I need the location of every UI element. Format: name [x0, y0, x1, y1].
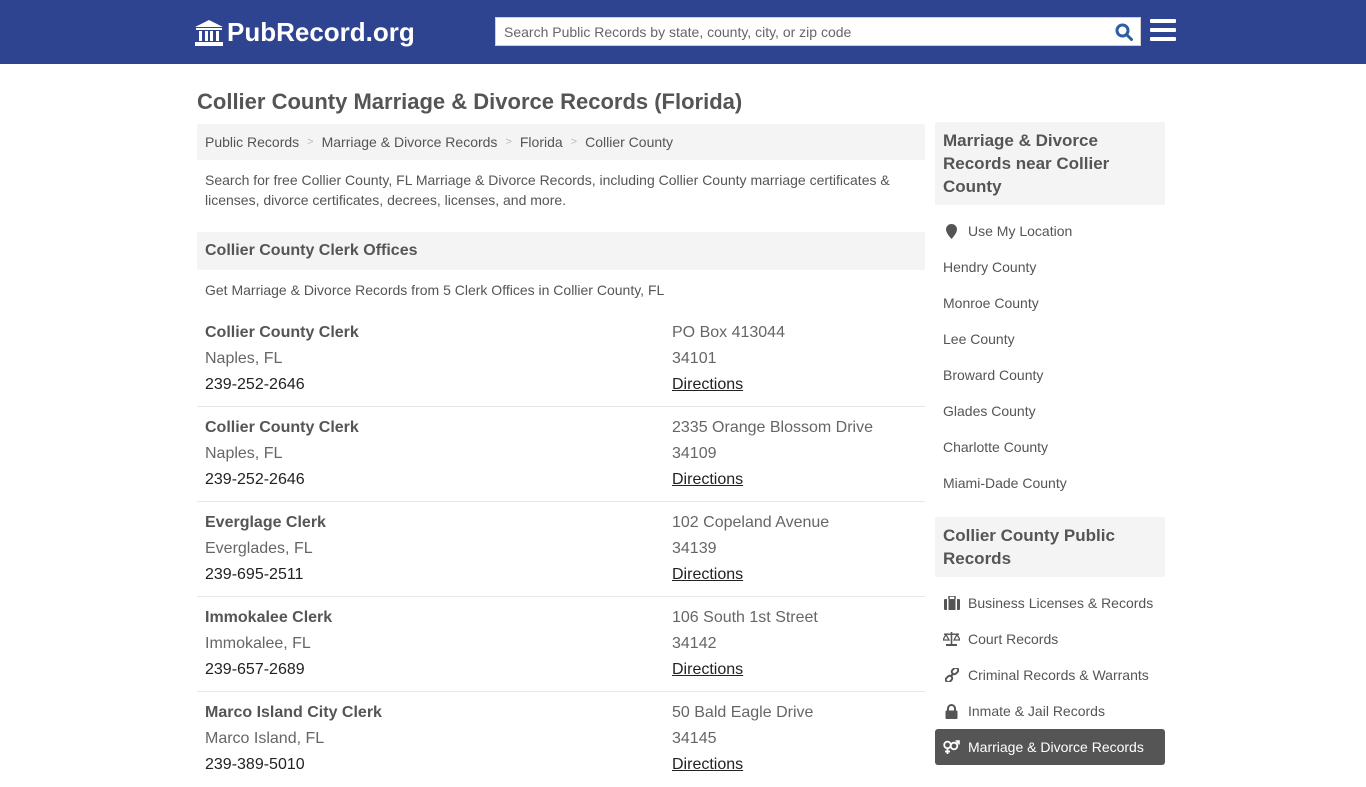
office-list: Collier County Clerk Naples, FL 239-252-26… [197, 312, 925, 787]
office-item: Immokalee Clerk Immokalee, FL 239-657-2689… [197, 597, 925, 692]
office-zip: 34109 [672, 445, 717, 462]
office-phone[interactable]: 239-657-2689 [205, 657, 672, 683]
nearby-county-link[interactable]: Hendry County [935, 249, 1165, 285]
search-button[interactable] [1108, 18, 1140, 45]
directions-link[interactable]: Directions [672, 756, 743, 773]
breadcrumb-florida[interactable]: Florida [520, 134, 563, 150]
breadcrumb-public-records[interactable]: Public Records [205, 134, 299, 150]
sidebar: Marriage & Divorce Records near Collier … [935, 122, 1165, 775]
nearby-list: Use My Location Hendry County Monroe Cou… [935, 205, 1165, 511]
breadcrumb-collier-county[interactable]: Collier County [585, 134, 673, 150]
office-zip: 34145 [672, 730, 717, 747]
directions-link[interactable]: Directions [672, 376, 743, 393]
logo-text: PubRecord.org [227, 17, 415, 47]
lock-icon [943, 703, 960, 719]
sidebar-item-label: Criminal Records & Warrants [968, 667, 1149, 683]
office-phone[interactable]: 239-695-2511 [205, 562, 672, 588]
office-phone[interactable]: 239-389-5010 [205, 752, 672, 778]
search-bar [495, 17, 1141, 46]
office-name: Collier County Clerk [205, 419, 359, 436]
office-address: 50 Bald Eagle Drive [672, 704, 814, 721]
map-marker-icon [943, 223, 960, 239]
office-name: Marco Island City Clerk [205, 704, 382, 721]
scales-icon [943, 632, 960, 646]
nearby-county-link[interactable]: Broward County [935, 357, 1165, 393]
main-content: Public Records > Marriage & Divorce Reco… [197, 124, 925, 787]
menu-bar [1150, 19, 1176, 23]
sidebar-item-label: Marriage & Divorce Records [968, 739, 1144, 755]
breadcrumb-separator: > [505, 136, 512, 148]
office-city: Immokalee, FL [205, 635, 311, 652]
sidebar-item-business[interactable]: Business Licenses & Records [935, 585, 1165, 621]
sidebar-item-marriage-divorce[interactable]: Marriage & Divorce Records [935, 729, 1165, 765]
intro-text: Search for free Collier County, FL Marri… [205, 172, 890, 208]
menu-button[interactable] [1150, 19, 1176, 43]
nearby-county-link[interactable]: Lee County [935, 321, 1165, 357]
office-city: Naples, FL [205, 350, 283, 367]
menu-bar [1150, 28, 1176, 32]
genders-icon [943, 739, 960, 755]
use-my-location-link[interactable]: Use My Location [935, 213, 1165, 249]
sidebar-item-criminal[interactable]: Criminal Records & Warrants [935, 657, 1165, 693]
public-records-title: Collier County Public Records [935, 517, 1165, 577]
office-zip: 34139 [672, 540, 717, 557]
breadcrumb-separator: > [307, 136, 314, 148]
office-city: Naples, FL [205, 445, 283, 462]
office-address: 102 Copeland Avenue [672, 514, 830, 531]
nearby-county-link[interactable]: Charlotte County [935, 429, 1165, 465]
directions-link[interactable]: Directions [672, 661, 743, 678]
breadcrumb-marriage-divorce[interactable]: Marriage & Divorce Records [322, 134, 498, 150]
sidebar-item-court[interactable]: Court Records [935, 621, 1165, 657]
search-input[interactable] [496, 18, 1108, 45]
clerk-section-subtitle: Get Marriage & Divorce Records from 5 Cl… [205, 282, 665, 298]
breadcrumb-separator: > [570, 136, 578, 148]
public-records-list: Business Licenses & Records Court Record… [935, 577, 1165, 775]
logo-link[interactable]: PubRecord.org [195, 17, 415, 48]
page-title: Collier County Marriage & Divorce Record… [197, 89, 743, 114]
breadcrumb: Public Records > Marriage & Divorce Reco… [197, 124, 925, 160]
briefcase-icon [943, 596, 960, 610]
directions-link[interactable]: Directions [672, 566, 743, 583]
office-item: Collier County Clerk Naples, FL 239-252-26… [197, 407, 925, 502]
office-item: Everglage Clerk Everglades, FL 239-695-251… [197, 502, 925, 597]
office-zip: 34101 [672, 350, 717, 367]
sidebar-item-label: Inmate & Jail Records [968, 703, 1105, 719]
office-address: 2335 Orange Blossom Drive [672, 419, 873, 436]
search-icon [1115, 23, 1133, 41]
nearby-title: Marriage & Divorce Records near Collier … [935, 122, 1165, 205]
office-name: Everglage Clerk [205, 514, 326, 531]
office-address: 106 South 1st Street [672, 609, 818, 626]
use-my-location-label: Use My Location [968, 223, 1073, 239]
office-item: Collier County Clerk Naples, FL 239-252-26… [197, 312, 925, 407]
nearby-county-link[interactable]: Miami-Dade County [935, 465, 1165, 501]
sidebar-item-label: Business Licenses & Records [968, 595, 1154, 611]
sidebar-item-label: Court Records [968, 631, 1059, 647]
office-phone[interactable]: 239-252-2646 [205, 467, 672, 493]
nearby-county-link[interactable]: Monroe County [935, 285, 1165, 321]
sidebar-item-inmate[interactable]: Inmate & Jail Records [935, 693, 1165, 729]
office-zip: 34142 [672, 635, 717, 652]
site-header: PubRecord.org [0, 0, 1366, 64]
office-city: Everglades, FL [205, 540, 313, 557]
menu-bar [1150, 37, 1176, 41]
office-phone[interactable]: 239-252-2646 [205, 372, 672, 398]
directions-link[interactable]: Directions [672, 471, 743, 488]
office-item: Marco Island City Clerk Marco Island, FL 2… [197, 692, 925, 787]
office-name: Immokalee Clerk [205, 609, 333, 626]
office-name: Collier County Clerk [205, 324, 359, 341]
nearby-county-link[interactable]: Glades County [935, 393, 1165, 429]
office-city: Marco Island, FL [205, 730, 325, 747]
clerk-section-title: Collier County Clerk Offices [197, 232, 925, 270]
link-icon [943, 668, 960, 682]
courthouse-icon [195, 19, 223, 46]
office-address: PO Box 413044 [672, 324, 785, 341]
